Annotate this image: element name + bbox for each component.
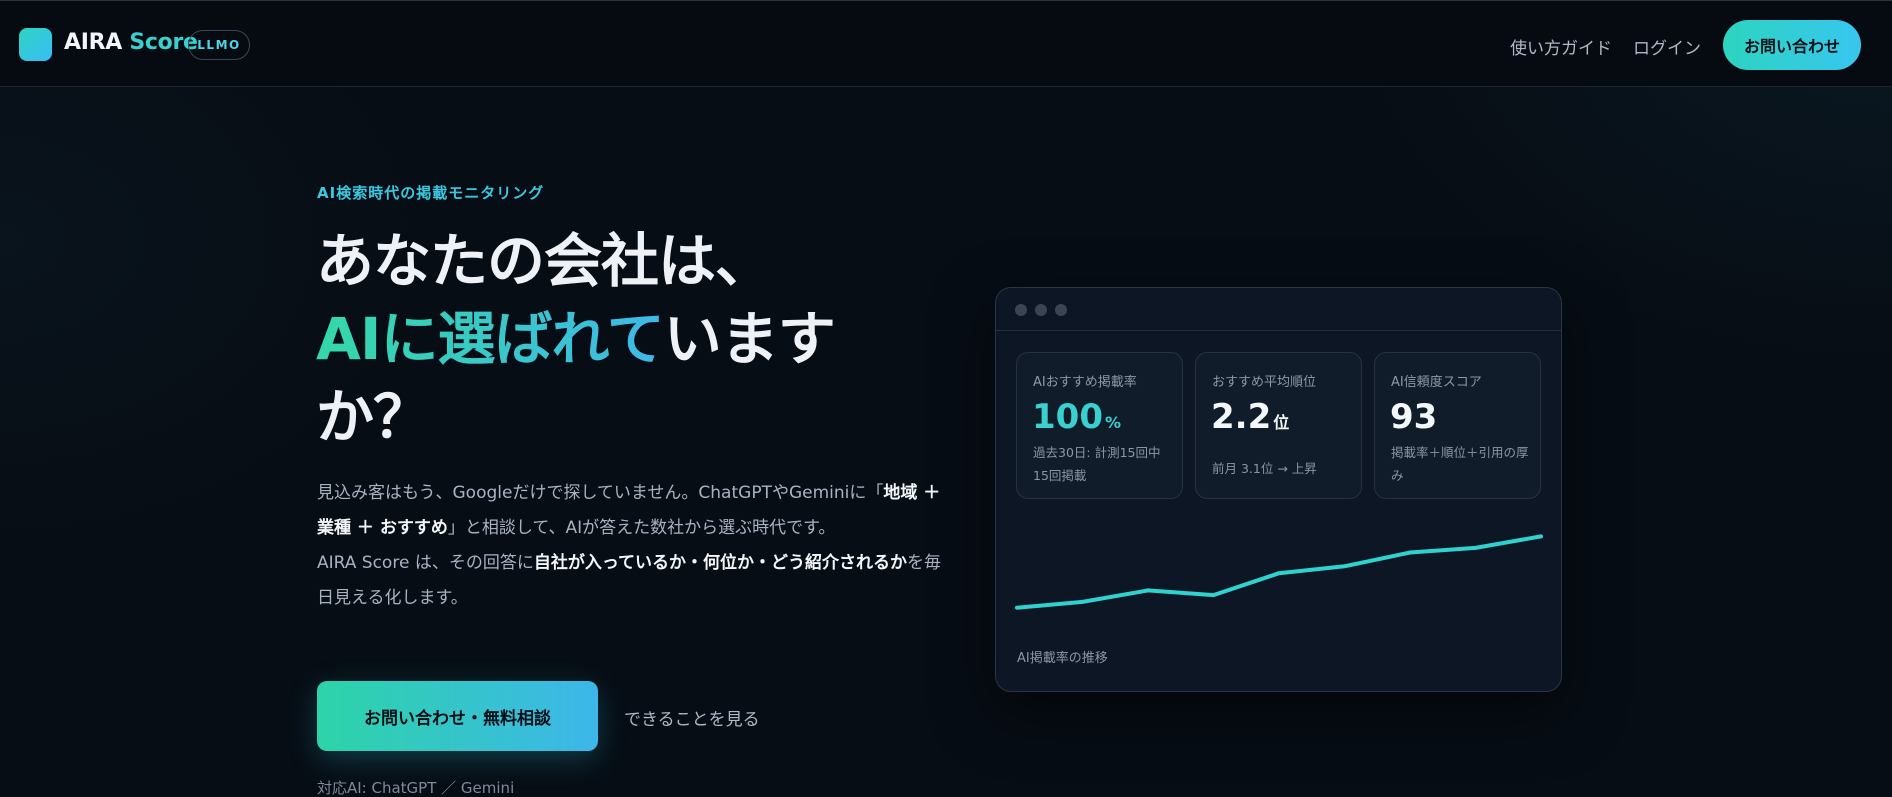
desc-p1-a: 見込み客はもう、Googleだけで探していません。ChatGPTやGeminiに… — [317, 483, 884, 503]
brand-logo[interactable]: AIRA Score — [64, 30, 198, 55]
top-header: AIRA Score LLMO 使い方ガイド ログイン お問い合わせ — [0, 0, 1892, 87]
hero-contact-button[interactable]: お問い合わせ・無料相談 — [317, 681, 598, 751]
supported-ai-note: 対応AI: ChatGPT ／ Gemini — [317, 779, 515, 797]
hero-headline: あなたの会社は、 AIに選ばれています か？ — [316, 222, 876, 456]
nav-login-link[interactable]: ログイン — [1633, 34, 1701, 59]
llmo-badge: LLMO — [188, 30, 250, 60]
brand-name: AIRA — [64, 30, 122, 55]
headline-line-3: か？ — [316, 383, 431, 451]
headline-line-2-rest: います — [663, 305, 836, 373]
nav-guide-link[interactable]: 使い方ガイド — [1510, 34, 1612, 59]
hero-description: 見込み客はもう、Googleだけで探していません。ChatGPTやGeminiに… — [317, 476, 947, 616]
header-contact-button[interactable]: お問い合わせ — [1723, 20, 1861, 70]
chart-series-line — [1015, 534, 1543, 610]
desc-p2-strong: 自社が入っているか・何位か・どう紹介されるか — [533, 553, 907, 573]
headline-accent: AIに選ばれて — [316, 305, 665, 373]
chart-caption: AI掲載率の推移 — [1017, 651, 1108, 666]
logo-icon[interactable] — [19, 28, 52, 61]
features-link[interactable]: できることを見る — [624, 705, 760, 730]
headline-line-2: AIに選ばれています — [316, 300, 876, 378]
desc-p2-a: AIRA Score は、その回答に — [317, 553, 534, 573]
headline-line-1: あなたの会社は、 — [316, 227, 773, 295]
listing-rate-chart — [1015, 534, 1543, 610]
hero-eyebrow: AI検索時代の掲載モニタリング — [317, 184, 545, 202]
dashboard-preview: AIおすすめ掲載率 100% 過去30日: 計測15回中15回掲載 おすすめ平均… — [995, 287, 1562, 692]
desc-p1-b: 」と相談して、AIが答えた数社から選ぶ時代です。 — [447, 518, 836, 538]
